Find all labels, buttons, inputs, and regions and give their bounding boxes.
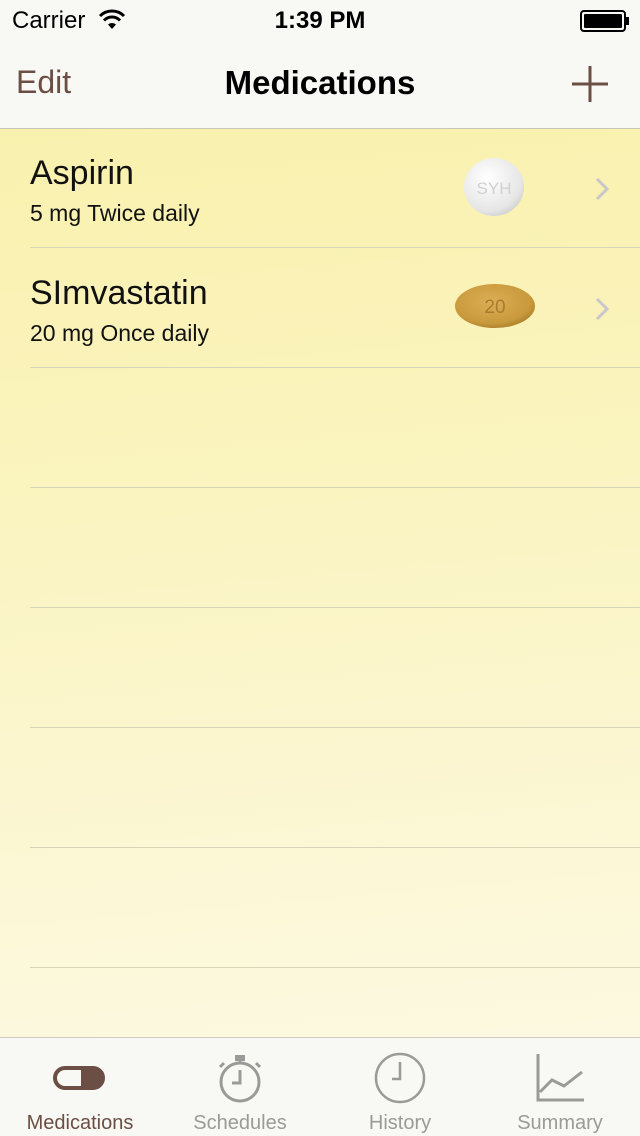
empty-row — [0, 368, 640, 488]
simvastatin-pill-image: 20 — [455, 284, 535, 328]
page-title: Medications — [224, 64, 416, 101]
svg-text:SYH: SYH — [477, 179, 512, 198]
status-bar: Carrier 1:39 PM — [0, 0, 640, 40]
chevron-right-icon — [595, 177, 610, 201]
medication-dose: 20 mg Once daily — [30, 320, 209, 346]
row-separator — [30, 967, 640, 968]
plus-icon[interactable] — [570, 64, 610, 104]
status-time: 1:39 PM — [274, 7, 366, 34]
medication-name: SImvastatin — [30, 274, 208, 312]
pill-icon — [53, 1066, 105, 1090]
chevron-right-icon — [595, 297, 610, 321]
tab-history[interactable]: History — [320, 1038, 480, 1136]
tab-label: Medications — [26, 1112, 134, 1134]
tab-bar: Medications Schedules History Summary — [0, 1037, 640, 1136]
tab-medications[interactable]: Medications — [0, 1038, 160, 1136]
medication-name: Aspirin — [30, 154, 134, 192]
tab-label: Schedules — [193, 1112, 287, 1134]
medication-dose: 5 mg Twice daily — [30, 200, 200, 226]
navigation-bar: Edit Medications — [0, 40, 640, 129]
medication-row-aspirin[interactable]: Aspirin 5 mg Twice daily — [0, 128, 640, 248]
empty-row — [0, 608, 640, 728]
medication-list: Aspirin 5 mg Twice daily SImvastatin 20 … — [0, 128, 640, 968]
medication-row-simvastatin[interactable]: SImvastatin 20 mg Once daily — [0, 248, 640, 368]
tab-label: Summary — [517, 1112, 603, 1134]
aspirin-pill-image: SYH — [464, 158, 524, 216]
tab-label: History — [368, 1112, 432, 1134]
clock-icon — [374, 1052, 426, 1104]
tab-schedules[interactable]: Schedules — [160, 1038, 320, 1136]
battery-icon — [580, 10, 629, 32]
empty-row — [0, 728, 640, 848]
empty-row — [0, 848, 640, 968]
empty-row — [0, 488, 640, 608]
screen: Carrier 1:39 PM Edit Medications Aspirin… — [0, 0, 640, 1136]
svg-text:20: 20 — [484, 297, 505, 318]
tab-summary[interactable]: Summary — [480, 1038, 640, 1136]
stopwatch-icon — [218, 1055, 262, 1103]
chart-icon — [536, 1054, 584, 1102]
